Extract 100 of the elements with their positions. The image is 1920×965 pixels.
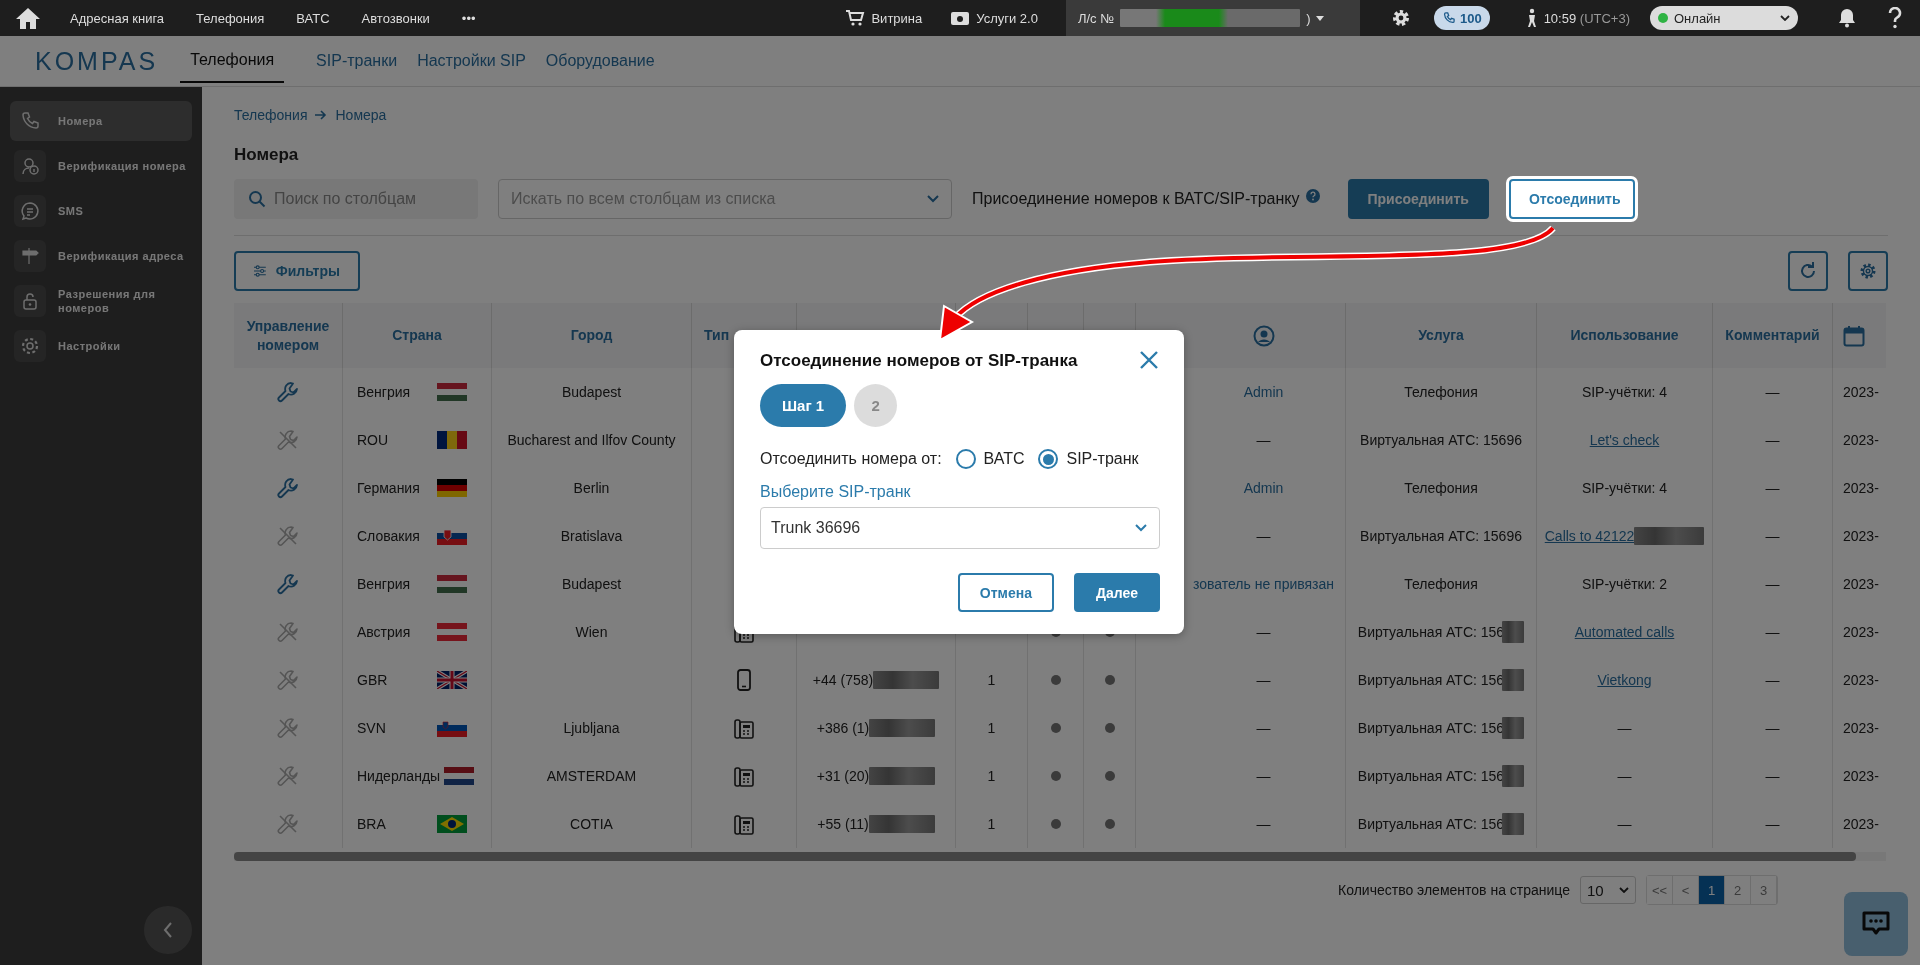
nav-item[interactable]: Витрина xyxy=(871,10,923,26)
logo[interactable]: KOMPAS xyxy=(35,46,159,76)
user-icon xyxy=(1252,324,1275,347)
account-select[interactable]: Л/с № ) xyxy=(1065,0,1360,36)
table-cell: Budapest xyxy=(561,576,622,592)
phone-number: +44 (758) xyxy=(812,672,874,688)
table-cell: — xyxy=(1765,816,1780,832)
wrench-icon[interactable] xyxy=(277,477,299,499)
usage-link[interactable]: Let's check xyxy=(1589,432,1660,448)
redacted-block xyxy=(869,719,936,737)
table-cell: 2023- xyxy=(1843,576,1879,592)
usage-link[interactable]: Vietkong xyxy=(1597,672,1652,688)
calendar-icon xyxy=(1843,324,1865,347)
table-cell: Телефония xyxy=(1404,480,1478,496)
sidebar-item[interactable]: Верификация номера xyxy=(10,146,192,186)
nav-item[interactable]: Телефония xyxy=(180,10,281,26)
trunk-select[interactable]: Trunk 36696 xyxy=(760,507,1160,549)
column-header: Тип xyxy=(704,326,730,345)
radio-button[interactable] xyxy=(955,449,976,469)
nav-item[interactable]: Адресная книга xyxy=(54,10,181,26)
table-cell: SIP-учётки: 2 xyxy=(1581,576,1668,592)
user-link[interactable]: зователь не привязан xyxy=(1192,576,1335,592)
refresh-icon xyxy=(1798,261,1818,281)
bell-icon[interactable] xyxy=(1838,8,1856,28)
nav-item[interactable]: Автозвонки xyxy=(345,10,446,26)
status-select[interactable]: Онлайн xyxy=(1650,6,1798,30)
sidebar-item[interactable]: SMS xyxy=(10,191,192,231)
table-cell: 2023- xyxy=(1843,384,1879,400)
attach-button[interactable]: Присоединить xyxy=(1347,179,1489,219)
cancel-button[interactable]: Отмена xyxy=(957,573,1054,612)
breadcrumb-item[interactable]: Номера xyxy=(335,107,387,123)
table-cell: 1 xyxy=(987,816,996,832)
cart-icon[interactable] xyxy=(845,9,866,27)
table-cell: — xyxy=(1256,432,1271,448)
breadcrumb-link[interactable]: Телефония xyxy=(234,107,308,123)
status-dot xyxy=(1104,723,1115,733)
usage-link[interactable]: Calls to 42122 xyxy=(1544,528,1635,544)
table-cell: — xyxy=(1765,384,1780,400)
usage-link[interactable]: Automated calls xyxy=(1574,624,1675,640)
chevron-down-icon xyxy=(1619,887,1629,893)
page-button[interactable]: 1 xyxy=(1699,876,1725,904)
user-link[interactable]: Admin xyxy=(1243,480,1284,496)
step-indicator[interactable]: Шаг 1 xyxy=(760,384,847,427)
next-button[interactable]: Далее xyxy=(1073,573,1160,612)
radio-option[interactable]: ВАТС xyxy=(955,449,1025,469)
page-button[interactable]: << xyxy=(1647,876,1673,904)
column-header: Город xyxy=(492,303,692,368)
table-cell: — xyxy=(1765,768,1780,784)
wrench-icon[interactable] xyxy=(277,381,299,403)
nav-tab[interactable]: SIP-транки xyxy=(306,40,408,82)
chevron-down-icon xyxy=(1135,524,1147,532)
nav-item[interactable]: ВАТС xyxy=(280,10,346,26)
sidebar-item[interactable]: Разрешения для номеров xyxy=(10,281,192,321)
arrow-right-icon xyxy=(315,110,328,120)
redacted-block xyxy=(868,815,935,833)
table-cell: — xyxy=(1765,624,1780,640)
nav-tab[interactable]: Оборудование xyxy=(535,40,665,82)
radio-option[interactable]: SIP-транк xyxy=(1038,449,1139,469)
table-cell: Виртуальная АТС: 15696 xyxy=(1360,528,1522,544)
table-cell: Bratislava xyxy=(560,528,623,544)
sidebar-item[interactable]: Настройки xyxy=(10,326,192,366)
chevron-down-icon xyxy=(1780,15,1790,21)
calls-badge[interactable]: 100 xyxy=(1433,6,1490,30)
refresh-button[interactable] xyxy=(1788,251,1828,291)
sidebar-item[interactable]: Верификация адреса xyxy=(10,236,192,276)
table-cell: COTIA xyxy=(570,816,613,832)
home-icon[interactable] xyxy=(14,6,42,30)
table-cell: — xyxy=(1765,576,1780,592)
per-page-select[interactable]: 10 xyxy=(1580,876,1636,904)
nav-tab[interactable]: Настройки SIP xyxy=(407,40,536,82)
step-indicator[interactable]: 2 xyxy=(854,384,898,427)
nav-item[interactable]: Услуги 2.0 xyxy=(976,10,1038,26)
column-header: Использование xyxy=(1537,303,1713,368)
table-cell: Budapest xyxy=(561,384,622,400)
nav-item[interactable]: ••• xyxy=(445,10,492,26)
sidebar-item[interactable]: Номера xyxy=(10,101,192,141)
wrench-icon[interactable] xyxy=(277,573,299,595)
table-cell: 2023- xyxy=(1843,816,1879,832)
scrollbar-thumb[interactable] xyxy=(234,852,1856,861)
filters-button[interactable]: Фильтры xyxy=(234,251,360,291)
settings-icon xyxy=(14,330,46,362)
table-cell-text: Венгрия xyxy=(357,576,412,592)
signpost-icon xyxy=(14,240,46,272)
detach-button[interactable]: Отсоединить xyxy=(1508,179,1635,219)
wallet-icon[interactable] xyxy=(950,9,971,27)
settings-button[interactable] xyxy=(1848,251,1888,291)
column-header: Комментарий xyxy=(1713,303,1833,368)
user-link[interactable]: Admin xyxy=(1243,384,1284,400)
table-cell-text: Словакия xyxy=(357,528,421,544)
modal-title: Отсоединение номеров от SIP-транка xyxy=(760,351,1078,371)
table-cell: 1 xyxy=(987,672,996,688)
table-cell: — xyxy=(1765,672,1780,688)
table-cell: Wien xyxy=(575,624,608,640)
radio-button[interactable] xyxy=(1038,449,1059,469)
help-icon[interactable] xyxy=(1888,7,1902,29)
table-cell-text: ROU xyxy=(357,432,390,448)
nav-tab[interactable]: Телефония xyxy=(180,39,285,83)
chat-button[interactable] xyxy=(1844,892,1908,956)
search-icon xyxy=(248,190,266,208)
phone-number: +386 (1) xyxy=(816,720,870,736)
